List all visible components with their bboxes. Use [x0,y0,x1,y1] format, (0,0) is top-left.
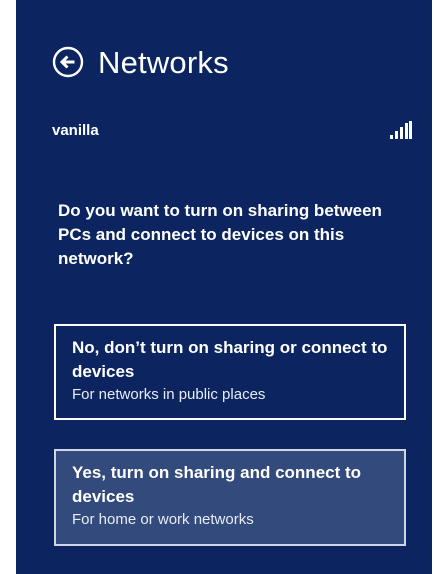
sharing-question: Do you want to turn on sharing between P… [58,201,382,268]
wifi-signal-bars-icon [390,121,412,139]
panel-header: Networks [52,40,229,84]
yes-sharing-option[interactable]: Yes, turn on sharing and connect to devi… [54,449,406,546]
network-row: vanilla [52,118,412,142]
no-sharing-option-title: No, don’t turn on sharing or connect to … [72,338,388,381]
network-sharing-panel: Networks vanilla Do you want to turn on … [16,0,432,574]
yes-sharing-option-title: Yes, turn on sharing and connect to devi… [72,463,362,506]
page-title: Networks [98,44,229,80]
yes-sharing-option-subtitle: For home or work networks [72,511,254,528]
network-name: vanilla [52,121,99,139]
no-sharing-option[interactable]: No, don’t turn on sharing or connect to … [54,324,406,420]
back-arrow-circle-icon[interactable] [52,46,84,78]
no-sharing-option-subtitle: For networks in public places [72,386,266,403]
